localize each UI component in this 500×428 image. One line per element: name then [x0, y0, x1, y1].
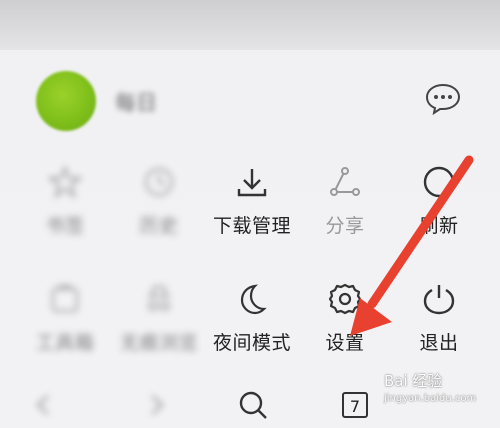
menu-item-label: 设置	[325, 332, 365, 354]
menu-item-exit[interactable]: 退出	[391, 282, 487, 382]
menu-item-history[interactable]: 历史	[111, 165, 207, 265]
message-icon[interactable]	[424, 82, 462, 116]
menu-item-night-mode[interactable]: 夜间模式	[204, 282, 300, 382]
watermark-title: Bai 经验	[384, 372, 443, 390]
menu-item-label: 刷新	[419, 215, 459, 237]
menu-item-toolbox[interactable]: 工具箱	[17, 282, 113, 382]
search-icon[interactable]	[236, 388, 270, 422]
menu-item-bookmark[interactable]: 书签	[17, 165, 113, 265]
menu-item-download-manager[interactable]: 下载管理	[204, 165, 300, 265]
menu-item-share[interactable]: 分享	[297, 165, 393, 265]
toolbox-icon	[52, 285, 78, 312]
power-icon	[423, 285, 455, 315]
menu-item-incognito[interactable]: 无痕浏览	[111, 282, 207, 382]
forward-icon[interactable]	[138, 388, 172, 422]
menu-item-label: 退出	[419, 332, 459, 354]
refresh-icon	[423, 166, 455, 198]
browser-menu-screen: 每日 书签 历史 下载管理 分享 刷新 工具箱 无痕浏览 夜间模式 设置 退出 …	[0, 0, 500, 428]
menu-item-refresh[interactable]: 刷新	[391, 165, 487, 265]
menu-item-label: 历史	[139, 215, 179, 237]
username[interactable]: 每日	[115, 87, 157, 117]
menu-item-label: 工具箱	[35, 332, 95, 354]
watermark-url: jingyan.baidu.com	[384, 393, 477, 404]
share-icon	[330, 167, 360, 196]
menu-item-label: 夜间模式	[212, 332, 291, 354]
menu-item-label: 书签	[45, 215, 85, 237]
back-icon[interactable]	[28, 388, 62, 422]
avatar[interactable]	[36, 71, 96, 131]
history-icon	[145, 168, 173, 196]
menu-item-label: 分享	[325, 215, 365, 237]
download-icon	[237, 169, 267, 197]
incognito-icon	[148, 286, 170, 311]
page-top-area	[0, 0, 500, 50]
menu-item-label: 下载管理	[212, 215, 291, 237]
tab-count-button[interactable]: 7	[342, 392, 368, 418]
star-icon	[48, 165, 82, 199]
watermark: Bai 经验 jingyan.baidu.com	[384, 372, 496, 424]
moon-icon	[240, 284, 267, 315]
menu-item-label: 无痕浏览	[119, 332, 198, 354]
menu-item-settings[interactable]: 设置	[297, 282, 393, 382]
gear-icon	[328, 283, 362, 315]
